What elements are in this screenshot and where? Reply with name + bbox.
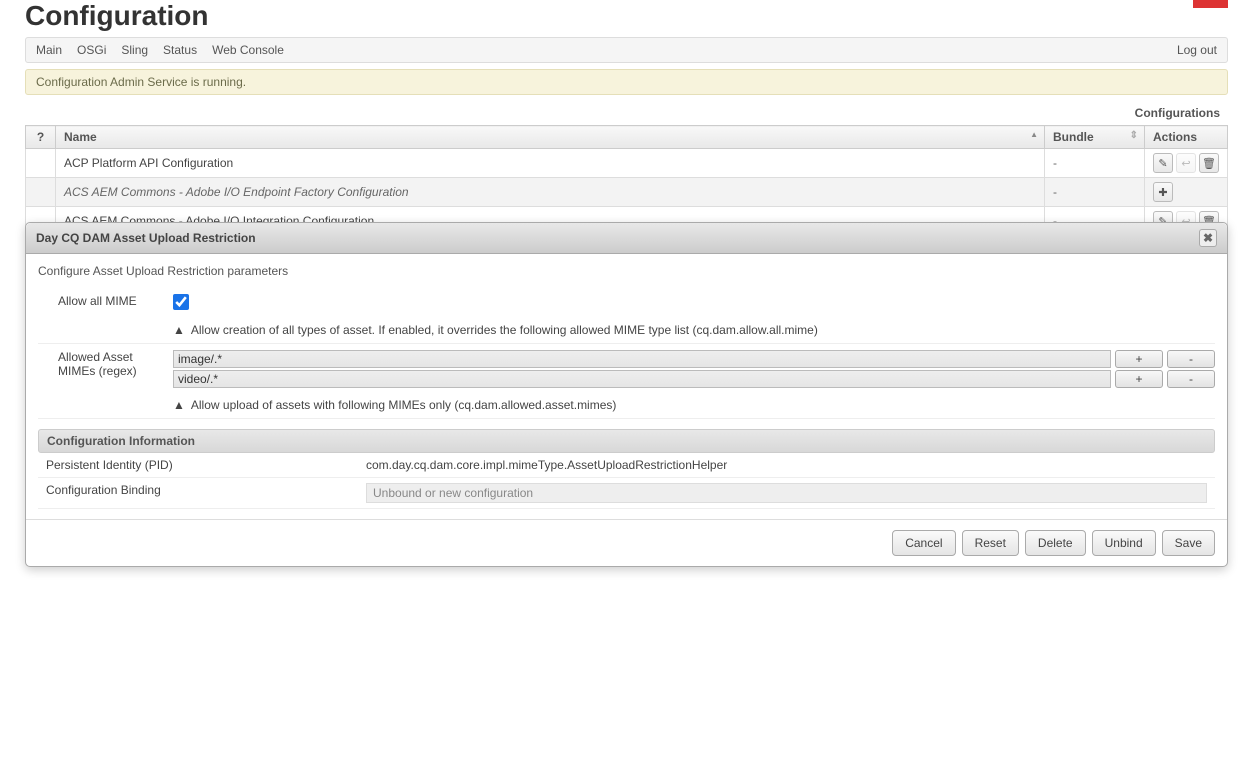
allowed-mimes-label: Allowed Asset MIMEs (regex) xyxy=(38,350,173,412)
row-q xyxy=(26,178,56,207)
page-title: Configuration xyxy=(0,0,1253,32)
config-dialog: Day CQ DAM Asset Upload Restriction ✖ Co… xyxy=(25,222,1228,567)
status-message: Configuration Admin Service is running. xyxy=(25,69,1228,95)
row-actions: ✚ xyxy=(1145,178,1228,207)
menu-main[interactable]: Main xyxy=(36,43,62,57)
menu-sling[interactable]: Sling xyxy=(121,43,148,57)
mime-input[interactable] xyxy=(173,350,1111,368)
warning-icon: ▲ xyxy=(173,398,185,412)
binding-label: Configuration Binding xyxy=(46,483,366,503)
unbind-button[interactable]: Unbind xyxy=(1092,530,1156,556)
mime-row: +- xyxy=(173,370,1215,388)
menu-status[interactable]: Status xyxy=(163,43,197,57)
menu-osgi[interactable]: OSGi xyxy=(77,43,106,57)
copy-button: ↩ xyxy=(1176,153,1196,173)
allow-all-mime-hint: Allow creation of all types of asset. If… xyxy=(191,323,818,337)
row-q xyxy=(26,149,56,178)
edit-button[interactable]: ✎ xyxy=(1153,153,1173,173)
delete-button[interactable]: 🗑 xyxy=(1199,153,1219,173)
binding-value: Unbound or new configuration xyxy=(366,483,1207,503)
mime-row: +- xyxy=(173,350,1215,368)
row-bundle: - xyxy=(1045,149,1145,178)
dialog-header: Day CQ DAM Asset Upload Restriction ✖ xyxy=(26,223,1227,254)
close-icon: ✖ xyxy=(1203,231,1213,245)
top-menu: Main OSGi Sling Status Web Console xyxy=(36,43,284,57)
row-bundle: - xyxy=(1045,178,1145,207)
reset-button[interactable]: Reset xyxy=(962,530,1019,556)
delete-button[interactable]: Delete xyxy=(1025,530,1086,556)
logout-link[interactable]: Log out xyxy=(1177,43,1217,57)
dialog-close-button[interactable]: ✖ xyxy=(1199,229,1217,247)
table-row[interactable]: ACS AEM Commons - Adobe I/O Endpoint Fac… xyxy=(26,178,1228,207)
save-button[interactable]: Save xyxy=(1162,530,1215,556)
mime-add-button[interactable]: + xyxy=(1115,370,1163,388)
dialog-footer: Cancel Reset Delete Unbind Save xyxy=(26,519,1227,566)
warning-icon: ▲ xyxy=(173,323,185,337)
top-bar: Main OSGi Sling Status Web Console Log o… xyxy=(25,37,1228,63)
dialog-title: Day CQ DAM Asset Upload Restriction xyxy=(36,231,256,245)
table-row[interactable]: ACP Platform API Configuration-✎↩🗑 xyxy=(26,149,1228,178)
allow-all-mime-label: Allow all MIME xyxy=(38,294,173,337)
pid-label: Persistent Identity (PID) xyxy=(46,458,366,472)
mime-add-button[interactable]: + xyxy=(1115,350,1163,368)
configurations-label: Configurations xyxy=(25,101,1228,125)
row-actions: ✎↩🗑 xyxy=(1145,149,1228,178)
mime-input[interactable] xyxy=(173,370,1111,388)
menu-webconsole[interactable]: Web Console xyxy=(212,43,284,57)
dialog-description: Configure Asset Upload Restriction param… xyxy=(38,264,1215,278)
allowed-mimes-hint: Allow upload of assets with following MI… xyxy=(191,398,617,412)
cancel-button[interactable]: Cancel xyxy=(892,530,955,556)
col-question[interactable]: ? xyxy=(26,126,56,149)
row-name[interactable]: ACP Platform API Configuration xyxy=(56,149,1045,178)
add-button[interactable]: ✚ xyxy=(1153,182,1173,202)
col-actions: Actions xyxy=(1145,126,1228,149)
pid-value: com.day.cq.dam.core.impl.mimeType.AssetU… xyxy=(366,458,727,472)
col-name[interactable]: Name xyxy=(56,126,1045,149)
row-name[interactable]: ACS AEM Commons - Adobe I/O Endpoint Fac… xyxy=(56,178,1045,207)
red-tab xyxy=(1193,0,1228,8)
mime-remove-button[interactable]: - xyxy=(1167,350,1215,368)
mime-remove-button[interactable]: - xyxy=(1167,370,1215,388)
config-info-header: Configuration Information xyxy=(38,429,1215,453)
col-bundle[interactable]: Bundle xyxy=(1045,126,1145,149)
allow-all-mime-checkbox[interactable] xyxy=(173,294,189,310)
